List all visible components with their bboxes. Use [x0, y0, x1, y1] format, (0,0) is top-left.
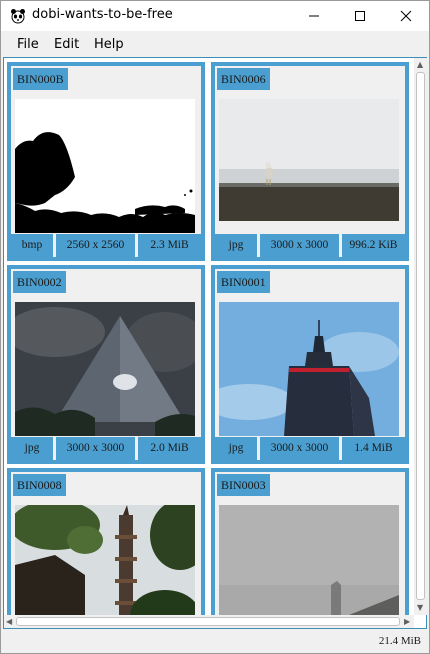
close-button[interactable]: [383, 1, 429, 31]
scroll-right-icon[interactable]: ▶: [404, 617, 410, 626]
bin-id-label: BIN0002: [13, 271, 66, 293]
image-thumbnail[interactable]: [15, 99, 195, 233]
file-size: 1.4 MiB: [342, 439, 405, 458]
image-dimensions: 3000 x 3000: [260, 439, 339, 458]
image-thumbnail[interactable]: [219, 302, 399, 436]
file-type: jpg: [215, 439, 257, 458]
maximize-button[interactable]: [337, 1, 383, 31]
file-size: 2.3 MiB: [138, 236, 201, 255]
scroll-up-icon[interactable]: ▲: [417, 60, 423, 69]
image-card[interactable]: BIN0008: [7, 468, 205, 629]
horizontal-scrollbar[interactable]: ◀ ▶: [4, 615, 414, 628]
vertical-scrollbar[interactable]: ▲ ▼: [414, 58, 427, 615]
image-thumbnail[interactable]: [219, 505, 399, 629]
menu-file[interactable]: File: [17, 37, 39, 52]
bin-id-label: BIN0006: [217, 68, 270, 90]
metadata-row: bmp 2560 x 2560 2.3 MiB: [11, 234, 201, 257]
minimize-button[interactable]: [291, 1, 337, 31]
image-dimensions: 3000 x 3000: [260, 236, 339, 255]
image-thumbnail[interactable]: [15, 302, 195, 436]
card-body: BIN0008: [11, 472, 201, 629]
scroll-down-icon[interactable]: ▼: [417, 603, 423, 612]
image-card[interactable]: BIN0003: [211, 468, 409, 629]
card-body: BIN0006 jpg 3000 x 3000 996.2 KiB: [215, 66, 405, 257]
metadata-row: jpg 3000 x 3000 996.2 KiB: [215, 234, 405, 257]
bin-id-label: BIN0008: [13, 474, 66, 496]
bin-id-label: BIN0003: [217, 474, 270, 496]
image-card[interactable]: BIN0001 jpg 3000 x 3000 1.4 MiB: [211, 265, 409, 464]
bin-id-label: BIN0001: [217, 271, 270, 293]
app-window: dobi-wants-to-be-free File Edit Help BIN…: [0, 0, 430, 654]
bin-id-label: BIN000B: [13, 68, 68, 90]
card-body: BIN0003: [215, 472, 405, 629]
file-type: jpg: [11, 439, 53, 458]
menu-edit[interactable]: Edit: [54, 37, 79, 52]
image-grid: BIN000B bmp 2560 x 2560 2.3 MiB BIN0006 …: [3, 57, 427, 629]
image-card[interactable]: BIN0006 jpg 3000 x 3000 996.2 KiB: [211, 62, 409, 261]
file-size: 2.0 MiB: [138, 439, 201, 458]
card-body: BIN0002 jpg 3000 x 3000 2.0 MiB: [11, 269, 201, 460]
horizontal-scroll-thumb[interactable]: [16, 617, 400, 626]
window-title: dobi-wants-to-be-free: [32, 7, 173, 22]
minimize-icon: [309, 15, 319, 17]
metadata-row: jpg 3000 x 3000 1.4 MiB: [215, 437, 405, 460]
card-body: BIN000B bmp 2560 x 2560 2.3 MiB: [11, 66, 201, 257]
vertical-scroll-thumb[interactable]: [416, 72, 425, 600]
maximize-icon: [355, 11, 365, 21]
menu-help[interactable]: Help: [94, 37, 124, 52]
scroll-left-icon[interactable]: ◀: [6, 617, 12, 626]
title-bar[interactable]: dobi-wants-to-be-free: [1, 1, 429, 31]
panda-app-icon: [11, 9, 25, 24]
file-size: 996.2 KiB: [342, 236, 405, 255]
image-dimensions: 3000 x 3000: [56, 439, 135, 458]
total-size: 21.4 MiB: [378, 635, 421, 647]
menu-bar: File Edit Help: [1, 32, 429, 56]
card-body: BIN0001 jpg 3000 x 3000 1.4 MiB: [215, 269, 405, 460]
status-bar: 21.4 MiB: [1, 630, 429, 653]
close-icon: [400, 10, 412, 22]
file-type: bmp: [11, 236, 53, 255]
image-dimensions: 2560 x 2560: [56, 236, 135, 255]
image-card[interactable]: BIN0002 jpg 3000 x 3000 2.0 MiB: [7, 265, 205, 464]
file-type: jpg: [215, 236, 257, 255]
image-thumbnail[interactable]: [219, 99, 399, 233]
image-card[interactable]: BIN000B bmp 2560 x 2560 2.3 MiB: [7, 62, 205, 261]
image-thumbnail[interactable]: [15, 505, 195, 629]
metadata-row: jpg 3000 x 3000 2.0 MiB: [11, 437, 201, 460]
